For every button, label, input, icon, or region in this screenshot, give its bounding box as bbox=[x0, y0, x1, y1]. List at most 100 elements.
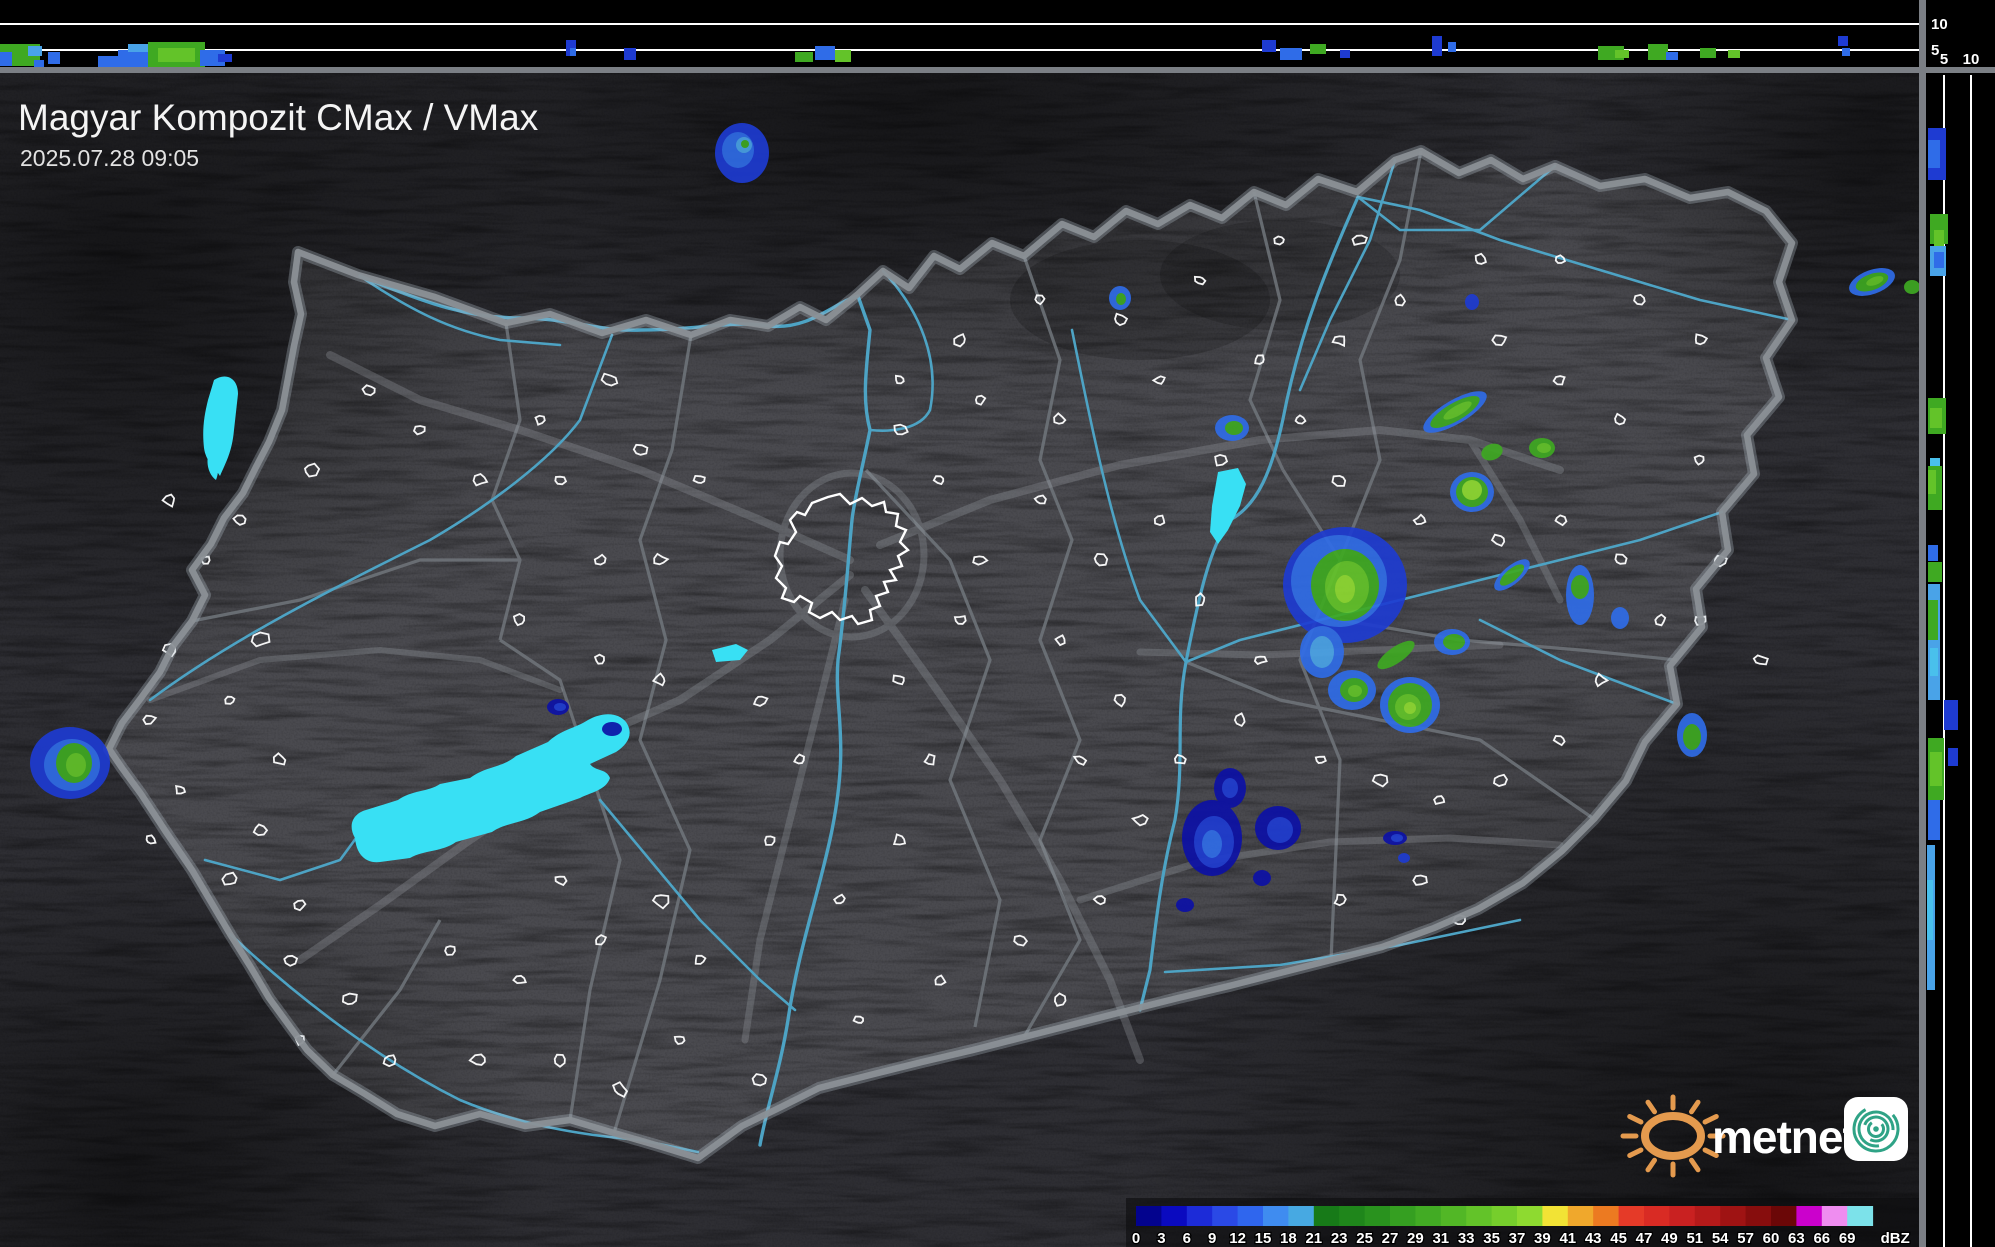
legend-tick-label: 66 bbox=[1813, 1230, 1830, 1247]
legend-cell bbox=[1212, 1206, 1239, 1226]
radar-echo-layer bbox=[1176, 898, 1194, 912]
legend-cell bbox=[1237, 1206, 1264, 1226]
radar-echo-layer bbox=[1904, 280, 1919, 294]
cross-section-echo bbox=[1928, 545, 1938, 561]
cross-section-echo bbox=[1944, 700, 1958, 730]
legend-tick-label: 29 bbox=[1407, 1230, 1424, 1247]
cross-section-echo bbox=[1928, 470, 1936, 494]
main-map bbox=[0, 73, 1919, 1247]
legend-tick-label: 31 bbox=[1432, 1230, 1449, 1247]
radar-echo bbox=[1611, 607, 1629, 629]
cross-section-echo bbox=[1928, 562, 1942, 582]
radar-echo bbox=[1450, 472, 1494, 512]
cross-section-echo bbox=[570, 48, 576, 56]
radar-echo-layer bbox=[1611, 607, 1629, 629]
legend-tick-label: 6 bbox=[1183, 1230, 1191, 1247]
legend-tick-label: 63 bbox=[1788, 1230, 1805, 1247]
cross-section-echo bbox=[158, 48, 195, 62]
radar-echo-layer bbox=[1310, 636, 1334, 668]
cross-section-echo bbox=[0, 52, 12, 66]
radar-echo bbox=[1253, 870, 1271, 886]
legend-cell bbox=[1186, 1206, 1213, 1226]
radar-echo-layer bbox=[1571, 575, 1589, 599]
radar-echo-layer bbox=[1398, 853, 1410, 863]
radar-echo-layer bbox=[1222, 778, 1238, 798]
legend-cell bbox=[1847, 1206, 1874, 1226]
cross-section-echo bbox=[1648, 44, 1668, 60]
radar-echo bbox=[1566, 565, 1594, 625]
legend-color-bar bbox=[1136, 1206, 1874, 1226]
radar-echo bbox=[1182, 800, 1242, 876]
legend-tick-label: 54 bbox=[1712, 1230, 1729, 1247]
radar-echo-layer bbox=[1683, 724, 1701, 750]
cross-section-echo bbox=[1838, 36, 1848, 46]
legend-tick-label: 9 bbox=[1208, 1230, 1216, 1247]
radar-echo bbox=[547, 699, 569, 715]
frame-bar-horizontal bbox=[0, 67, 1995, 73]
legend-cell bbox=[1669, 1206, 1696, 1226]
cross-section-echo bbox=[835, 50, 851, 62]
radar-echo bbox=[1904, 280, 1919, 294]
legend-cell bbox=[1390, 1206, 1416, 1226]
cross-section-echo bbox=[48, 52, 60, 64]
cross-section-echo bbox=[1928, 800, 1940, 840]
cross-section-echo bbox=[1928, 140, 1940, 168]
cross-section-echo bbox=[34, 60, 44, 68]
radar-echo-layer bbox=[1202, 830, 1222, 858]
legend-tick-label: 47 bbox=[1636, 1230, 1653, 1247]
radar-echo bbox=[1300, 626, 1344, 678]
legend-tick-label: 43 bbox=[1585, 1230, 1602, 1247]
legend-tick-label: 51 bbox=[1686, 1230, 1703, 1247]
legend-cell bbox=[1313, 1206, 1340, 1226]
legend-cell bbox=[1415, 1206, 1442, 1226]
legend-tick-label: 69 bbox=[1839, 1230, 1856, 1247]
legend-tick-label: 35 bbox=[1483, 1230, 1500, 1247]
radar-echo bbox=[602, 722, 622, 736]
legend-tick-label: 39 bbox=[1534, 1230, 1551, 1247]
radar-echo-layer bbox=[554, 703, 566, 711]
radar-echo-layer bbox=[1391, 834, 1403, 842]
cross-section-echo bbox=[1280, 48, 1302, 60]
legend-cell bbox=[1491, 1206, 1518, 1226]
radar-echo bbox=[1434, 629, 1470, 655]
legend-tick-label: 15 bbox=[1255, 1230, 1272, 1247]
legend-cell bbox=[1694, 1206, 1721, 1226]
timestamp: 2025.07.28 09:05 bbox=[20, 145, 199, 171]
cross-section-echo bbox=[1934, 230, 1944, 248]
legend-cell bbox=[1618, 1206, 1645, 1226]
frame-bar-vertical bbox=[1919, 0, 1926, 1247]
cross-section-echo bbox=[1700, 48, 1716, 58]
cross-section-echo bbox=[1930, 648, 1938, 676]
cross-section-echo bbox=[218, 54, 232, 62]
radar-echo-layer bbox=[1537, 443, 1551, 453]
cross-section-echo bbox=[1728, 50, 1740, 58]
cross-section-echo bbox=[1615, 50, 1629, 58]
cross-section-echo bbox=[624, 48, 636, 60]
cross-section-echo bbox=[1928, 600, 1938, 640]
page-title: Magyar Kompozit CMax / VMax bbox=[18, 97, 539, 138]
legend-tick-label: 60 bbox=[1763, 1230, 1780, 1247]
cross-section-echo bbox=[1948, 748, 1958, 766]
legend-cell bbox=[1796, 1206, 1823, 1226]
cross-section-echo bbox=[1310, 44, 1326, 54]
cross-section-echo bbox=[1930, 408, 1942, 428]
dbz-legend: 0 3 6 9 12 15 18 21 23 25 27 29 31 33 35 37 39 41 43 45 47 49… bbox=[1126, 1198, 1919, 1247]
radar-echo-layer bbox=[1253, 870, 1271, 886]
legend-cell bbox=[1821, 1206, 1848, 1226]
legend-tick-label: 0 bbox=[1132, 1230, 1140, 1247]
radar-echo bbox=[1529, 438, 1555, 458]
radar-echo bbox=[1383, 831, 1407, 845]
cross-section-echo bbox=[28, 46, 42, 56]
radar-echo bbox=[1328, 670, 1376, 710]
legend-cell bbox=[1440, 1206, 1467, 1226]
cross-section-echo bbox=[1262, 40, 1276, 52]
top-panel-bg bbox=[0, 0, 1919, 67]
radar-echo-layer bbox=[1462, 480, 1482, 500]
radar-echo bbox=[1398, 853, 1410, 863]
radar-composite-screen: 10 5 5 10 Magyar Kompozit CMax / VMax 20… bbox=[0, 0, 1995, 1247]
cross-section-echo bbox=[1930, 752, 1942, 786]
legend-cell bbox=[1263, 1206, 1289, 1226]
metnet-app-icon bbox=[1844, 1097, 1908, 1161]
top-cross-section-panel bbox=[0, 0, 1919, 70]
legend-tick-label: 18 bbox=[1280, 1230, 1297, 1247]
